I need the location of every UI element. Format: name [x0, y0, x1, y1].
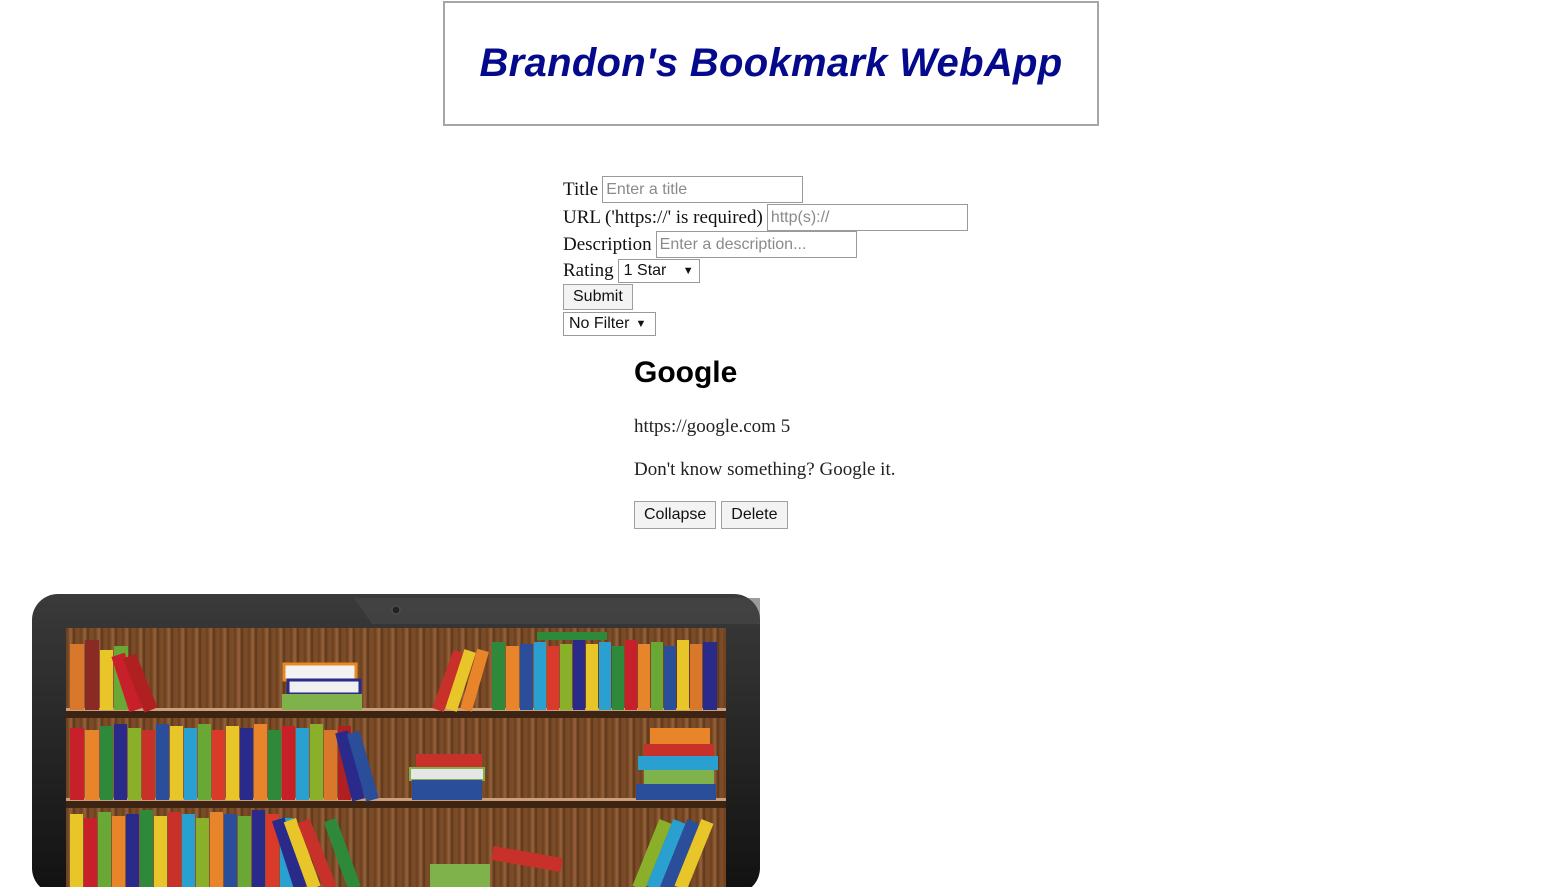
description-label: Description: [563, 233, 652, 255]
chevron-down-icon: ▼: [682, 265, 694, 277]
rating-select[interactable]: 1 Star ▼: [617, 259, 700, 283]
chevron-down-icon: ▼: [635, 318, 647, 330]
bookmark-url-line: https://google.com 5: [634, 416, 895, 438]
submit-button[interactable]: Submit: [563, 284, 633, 310]
description-input[interactable]: [655, 231, 857, 258]
rating-select-value: 1 Star: [623, 262, 667, 279]
collapse-button[interactable]: Collapse: [634, 501, 717, 529]
url-label: URL ('https://' is required): [563, 206, 763, 228]
bookmark-title: Google: [634, 356, 738, 389]
rating-label: Rating: [563, 260, 614, 281]
url-input[interactable]: [766, 204, 968, 231]
bookmark-rating: 5: [780, 416, 791, 437]
app-title: Brandon's Bookmark WebApp: [479, 41, 1063, 85]
filter-select[interactable]: No Filter ▼: [563, 312, 656, 336]
bookmark-description: Don't know something? Google it.: [634, 459, 896, 480]
filter-select-value: No Filter: [569, 315, 630, 332]
title-input[interactable]: [602, 176, 804, 203]
laptop-bookshelf-illustration: [32, 594, 762, 892]
bookmark-url: https://google.com: [634, 416, 776, 437]
app-header: Brandon's Bookmark WebApp: [443, 1, 1099, 126]
delete-button[interactable]: Delete: [721, 501, 788, 529]
bookmark-card: Google https://google.com 5 Don't know s…: [634, 356, 895, 529]
title-label: Title: [563, 178, 599, 200]
